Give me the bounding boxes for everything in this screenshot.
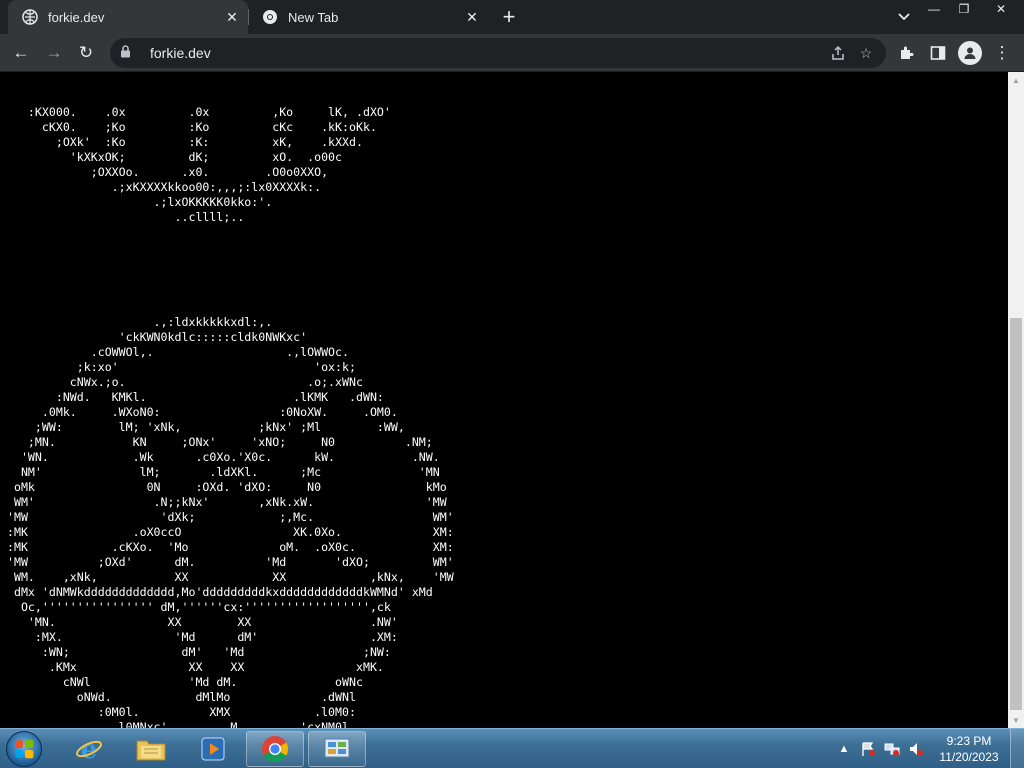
control-panel-icon — [324, 738, 350, 758]
windows-taskbar: e ▲ 9:23 PM 11/20/2023 — [0, 728, 1024, 768]
lock-icon[interactable] — [120, 45, 136, 61]
chrome-icon — [262, 736, 289, 763]
tab-search-button[interactable] — [893, 6, 915, 28]
reload-button[interactable]: ↻ — [74, 41, 98, 65]
windows-logo-icon — [15, 739, 34, 759]
vertical-scrollbar[interactable]: ▲ ▼ — [1008, 72, 1024, 728]
folder-icon — [136, 740, 166, 761]
internet-explorer-icon: e — [76, 735, 102, 764]
volume-muted-icon[interactable] — [907, 740, 925, 758]
system-tray: ▲ 9:23 PM 11/20/2023 — [832, 729, 1024, 768]
taskbar-control-panel[interactable] — [308, 731, 366, 767]
taskbar-media-player[interactable] — [184, 731, 242, 767]
tab-label: forkie.dev — [48, 9, 105, 25]
back-button[interactable]: ← — [9, 41, 33, 65]
scroll-down-arrow-icon[interactable]: ▼ — [1008, 712, 1024, 728]
bookmark-star-icon[interactable]: ☆ — [852, 41, 880, 65]
address-bar[interactable]: forkie.dev ☆ — [110, 38, 886, 68]
network-icon[interactable] — [883, 740, 901, 758]
taskbar-file-explorer[interactable] — [122, 731, 180, 767]
show-hidden-icons-chevron-icon[interactable]: ▲ — [835, 740, 853, 758]
start-button[interactable] — [6, 731, 42, 767]
ascii-art: :KX000. .0x .0x ,Ko lK, .dXO' cKX0. ;Ko … — [0, 72, 454, 728]
action-center-flag-icon[interactable] — [859, 740, 877, 758]
profile-avatar[interactable] — [958, 41, 982, 65]
scroll-up-arrow-icon[interactable]: ▲ — [1008, 72, 1024, 88]
chevron-down-icon — [898, 13, 910, 21]
chrome-icon — [262, 9, 278, 25]
clock-time: 9:23 PM — [946, 734, 992, 748]
close-window-button[interactable]: ✕ — [980, 0, 1022, 18]
browser-toolbar: ← → ↻ forkie.dev ☆ ⋮ — [0, 34, 1024, 72]
taskbar-clock[interactable]: 9:23 PM 11/20/2023 — [934, 733, 1004, 765]
media-player-icon — [201, 737, 225, 761]
forward-button[interactable]: → — [42, 41, 66, 65]
show-desktop-button[interactable] — [1010, 729, 1024, 768]
clock-date: 11/20/2023 — [939, 750, 999, 764]
extensions-icon[interactable] — [894, 41, 918, 65]
taskbar-chrome[interactable] — [246, 731, 304, 767]
tab-forkie[interactable]: forkie.dev ✕ — [8, 0, 248, 34]
tab-strip: forkie.dev ✕ New Tab ✕ + — ❐ ✕ — [0, 0, 1024, 34]
page-viewport: :KX000. .0x .0x ,Ko lK, .dXO' cKX0. ;Ko … — [0, 72, 1008, 728]
site-favicon-icon — [22, 9, 38, 25]
tab-new-tab[interactable]: New Tab ✕ — [248, 0, 488, 34]
window-controls: — ❐ ✕ — [920, 0, 1024, 20]
ascii-art-top: :KX000. .0x .0x ,Ko lK, .dXO' cKX0. ;Ko … — [27, 105, 391, 224]
new-tab-button[interactable]: + — [496, 4, 522, 30]
minimize-button[interactable]: — — [920, 0, 948, 18]
tab-close-icon[interactable]: ✕ — [462, 7, 482, 27]
tab-close-icon[interactable]: ✕ — [222, 7, 242, 27]
url-text[interactable]: forkie.dev — [150, 45, 824, 61]
tab-label: New Tab — [288, 9, 339, 25]
side-panel-icon[interactable] — [926, 41, 950, 65]
menu-button[interactable]: ⋮ — [990, 41, 1014, 65]
taskbar-internet-explorer[interactable]: e — [60, 731, 118, 767]
ascii-art-peace-symbol: .,:ldxkkkkkxdl:,. 'ckKWN0kdlc:::::cldk0N… — [6, 315, 454, 728]
scroll-thumb[interactable] — [1010, 318, 1022, 710]
person-icon — [964, 47, 976, 59]
restore-button[interactable]: ❐ — [950, 0, 978, 18]
svg-text:e: e — [81, 735, 98, 764]
share-icon[interactable] — [824, 41, 852, 65]
